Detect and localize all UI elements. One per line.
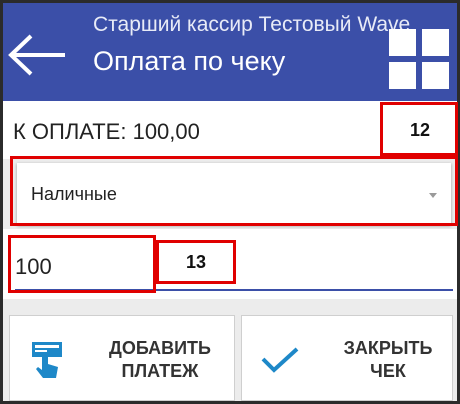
app-bar: Старший кассир Тестовый Wave Оплата по ч…: [3, 3, 457, 101]
checkmark-icon: [261, 347, 299, 373]
callout-number-12: 12: [409, 120, 431, 140]
callout-box-method: [10, 156, 458, 226]
callout-number-13: 13: [156, 240, 236, 284]
close-check-button[interactable]: ЗАКРЫТЬ ЧЕК: [241, 315, 453, 401]
close-check-label: ЗАКРЫТЬ ЧЕК: [343, 338, 433, 381]
callout-box-amount: [8, 235, 156, 293]
header-subtitle: Старший кассир Тестовый Wave: [93, 13, 411, 36]
card-payment-icon: [32, 342, 62, 378]
amount-due-label: К ОПЛАТЕ: 100,00: [13, 119, 200, 144]
add-payment-label: ДОБАВИТЬ ПЛАТЕЖ: [109, 338, 211, 381]
page-title: Оплата по чеку: [93, 46, 286, 76]
add-payment-button[interactable]: ДОБАВИТЬ ПЛАТЕЖ: [9, 315, 235, 401]
grid-icon[interactable]: [389, 29, 449, 89]
back-arrow-icon[interactable]: [5, 33, 69, 77]
